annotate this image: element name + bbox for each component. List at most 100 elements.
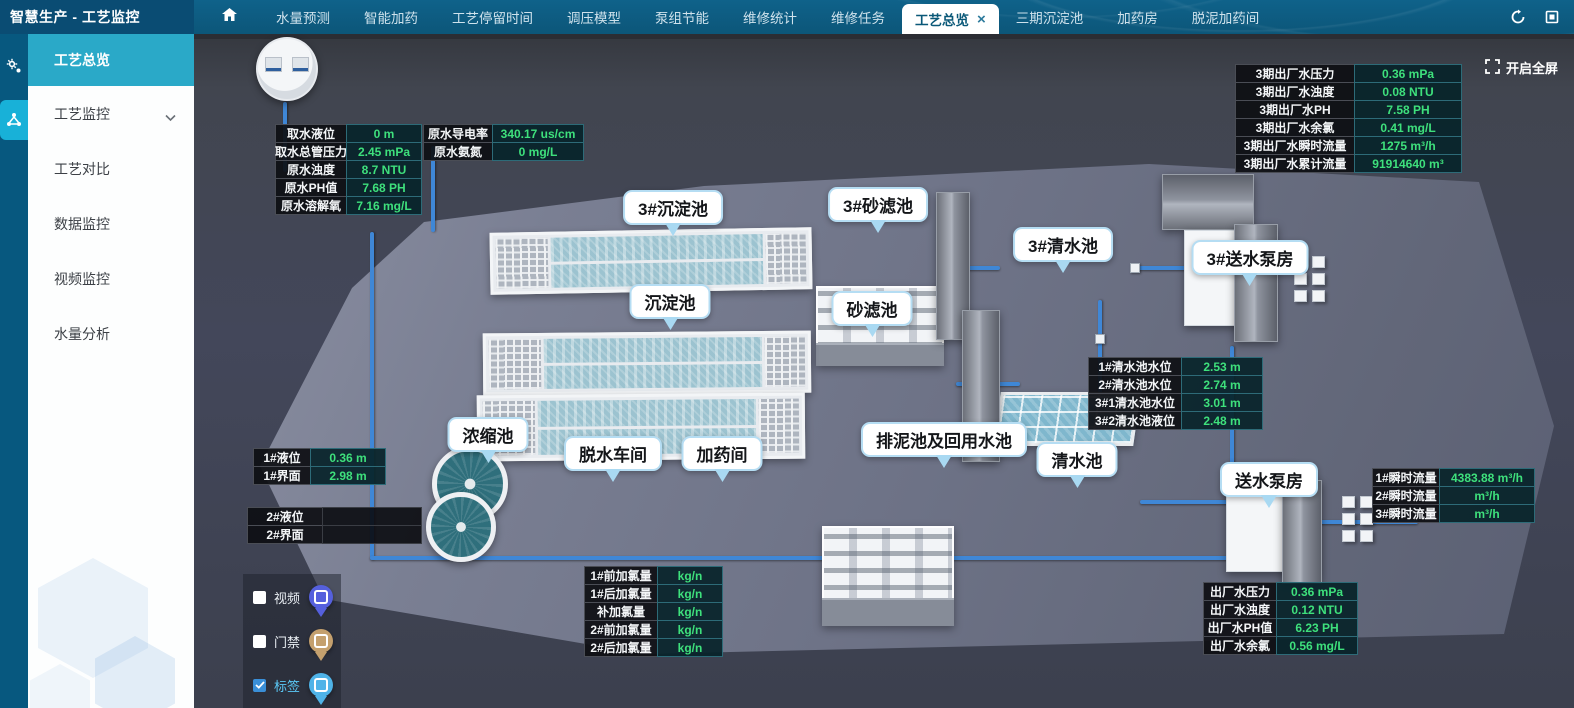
tab-home[interactable] bbox=[200, 0, 259, 34]
nav-tab[interactable]: 维修统计 × bbox=[726, 0, 814, 34]
panel-instant-flow: 1#瞬时流量 4383.88 m³/h 2#瞬时流量 m³/h 3#瞬时流量 m… bbox=[1372, 469, 1535, 523]
nav-tab[interactable]: 维修任务 × bbox=[814, 0, 902, 34]
sidebar-item[interactable]: 工艺监控 bbox=[28, 86, 194, 141]
sidebar-item-label: 视频监控 bbox=[54, 269, 110, 289]
nav-tabs: 水量预测 × 智能加药 × 工艺停留时间 × 调压模型 × bbox=[194, 0, 1276, 34]
sand-filter bbox=[822, 526, 954, 626]
panel-row: 2#前加氯量 kg/n bbox=[584, 620, 723, 639]
sidebar-item-label: 水量分析 bbox=[54, 324, 110, 344]
sidebar-item[interactable]: 视频监控 bbox=[28, 251, 194, 306]
panel-row: 3期出厂水PH 7.58 PH bbox=[1235, 100, 1462, 119]
layer-row: 标签 bbox=[253, 668, 333, 702]
callout-clearpool-3[interactable]: 3#清水池 bbox=[1013, 227, 1113, 262]
panel-row: 原水PH值 7.68 PH bbox=[275, 178, 422, 197]
nav-tab-label: 调压模型 bbox=[567, 7, 621, 27]
callout-dewatering[interactable]: 脱水车间 bbox=[564, 436, 662, 471]
panel-row: 出厂水PH值 6.23 PH bbox=[1203, 618, 1358, 637]
nav-tab[interactable]: 脱泥加药间 × bbox=[1175, 0, 1277, 34]
panel-row: 3#2清水池液位 2.48 m bbox=[1088, 411, 1263, 430]
sidebar-item[interactable]: 数据监控 bbox=[28, 196, 194, 251]
callout-thickener[interactable]: 浓缩池 bbox=[448, 417, 529, 452]
sidebar-item[interactable]: 工艺对比 bbox=[28, 141, 194, 196]
layer-checkbox[interactable] bbox=[253, 591, 266, 604]
sidebar-item-label: 数据监控 bbox=[54, 214, 110, 234]
panel-row: 3期出厂水累计流量 91914640 m³ bbox=[1235, 154, 1462, 173]
layer-row: 门禁 bbox=[253, 624, 333, 658]
panel-row: 1#前加氯量 kg/n bbox=[584, 566, 723, 585]
callout-dosing[interactable]: 加药间 bbox=[682, 436, 763, 471]
panel-thickener-1: 1#液位 0.36 m 1#界面 2.98 m bbox=[253, 449, 386, 485]
panel-row: 1#后加氯量 kg/n bbox=[584, 584, 723, 603]
refresh-icon[interactable] bbox=[1510, 9, 1526, 25]
callout-clearpool[interactable]: 清水池 bbox=[1037, 442, 1118, 477]
layer-row: 视频 bbox=[253, 580, 333, 614]
pump-units bbox=[1342, 496, 1373, 542]
plant-3d-viewport[interactable]: 3#沉淀池 3#砂滤池 3#清水池 3#送水泵房 沉淀池 砂滤池 浓缩池 脱水车… bbox=[194, 34, 1574, 708]
layer-label: 标签 bbox=[274, 676, 300, 695]
nav-tab-label: 脱泥加药间 bbox=[1192, 7, 1260, 27]
panel-row: 原水导电率 340.17 us/cm bbox=[423, 124, 584, 143]
nav-tab[interactable]: 工艺总览 × bbox=[902, 4, 999, 34]
pump-house-3-roof bbox=[1162, 174, 1254, 230]
nav-tab[interactable]: 水量预测 × bbox=[259, 0, 347, 34]
panel-row: 3期出厂水余氯 0.41 mg/L bbox=[1235, 118, 1462, 137]
panel-row: 原水浊度 8.7 NTU bbox=[275, 160, 422, 179]
panel-clearwater-levels: 1#清水池水位 2.53 m 2#清水池水位 2.74 m 3#1清水池水位 3… bbox=[1088, 358, 1263, 430]
nav-tab-label: 水量预测 bbox=[276, 7, 330, 27]
layer-checkbox[interactable] bbox=[253, 635, 266, 648]
nav-tab-label: 工艺停留时间 bbox=[452, 7, 533, 27]
left-icon-rail bbox=[0, 34, 28, 708]
layer-toggle-panel: 视频 门禁 标签 bbox=[243, 574, 341, 708]
layer-pin-icon bbox=[309, 585, 333, 609]
pipe-valve bbox=[1130, 263, 1140, 273]
production-icon[interactable] bbox=[0, 52, 28, 80]
sidebar-item-label: 工艺监控 bbox=[54, 104, 110, 124]
sidebar-item[interactable]: 工艺总览 bbox=[28, 34, 194, 86]
panel-row: 3#1清水池水位 3.01 m bbox=[1088, 393, 1263, 412]
chevron-down-icon bbox=[165, 109, 176, 125]
callout-sedimentation-3[interactable]: 3#沉淀池 bbox=[623, 190, 723, 225]
nav-tab-label: 维修任务 bbox=[831, 7, 885, 27]
fullscreen-label: 开启全屏 bbox=[1506, 58, 1558, 77]
layer-pin-icon bbox=[309, 629, 333, 653]
layout-frame-icon[interactable] bbox=[1544, 9, 1560, 25]
callout-sandfilter[interactable]: 砂滤池 bbox=[832, 291, 913, 326]
tab-close-icon[interactable]: × bbox=[977, 12, 986, 27]
layer-checkbox[interactable] bbox=[253, 679, 266, 692]
layer-label: 门禁 bbox=[274, 632, 300, 651]
panel-row: 2#后加氯量 kg/n bbox=[584, 638, 723, 657]
callout-pumphouse-3[interactable]: 3#送水泵房 bbox=[1192, 240, 1309, 275]
nav-tab[interactable]: 加药房 × bbox=[1100, 0, 1175, 34]
thickener-2 bbox=[426, 492, 496, 562]
callout-sandfilter-3[interactable]: 3#砂滤池 bbox=[828, 187, 928, 222]
nav-tab-label: 泵组节能 bbox=[655, 7, 709, 27]
nav-tab[interactable]: 三期沉淀池 × bbox=[999, 0, 1101, 34]
panel-row: 2#液位 bbox=[247, 507, 422, 526]
panel-row: 1#瞬时流量 4383.88 m³/h bbox=[1372, 468, 1535, 487]
callout-pumphouse[interactable]: 送水泵房 bbox=[1220, 462, 1318, 497]
sidebar-item[interactable]: 水量分析 bbox=[28, 306, 194, 361]
fullscreen-control[interactable]: 开启全屏 bbox=[1485, 58, 1558, 77]
sidebar-item-label: 工艺对比 bbox=[54, 159, 110, 179]
process-monitor-icon[interactable] bbox=[0, 100, 28, 140]
fullscreen-icon bbox=[1485, 59, 1500, 77]
panel-row: 取水总管压力 2.45 mPa bbox=[275, 142, 422, 161]
panel-row: 3期出厂水瞬时流量 1275 m³/h bbox=[1235, 136, 1462, 155]
panel-row: 2#瞬时流量 m³/h bbox=[1372, 486, 1535, 505]
nav-tab-label: 加药房 bbox=[1117, 7, 1158, 27]
sedimentation-tank-a bbox=[483, 331, 812, 396]
nav-tab-label: 智能加药 bbox=[364, 7, 418, 27]
panel-row: 出厂水浊度 0.12 NTU bbox=[1203, 600, 1358, 619]
nav-tab[interactable]: 调压模型 × bbox=[550, 0, 638, 34]
nav-tab-label: 维修统计 bbox=[743, 7, 797, 27]
callout-sludge-pool[interactable]: 排泥池及回用水池 bbox=[861, 422, 1027, 457]
nav-tab[interactable]: 泵组节能 × bbox=[638, 0, 726, 34]
panel-row: 出厂水压力 0.36 mPa bbox=[1203, 582, 1358, 601]
panel-intake: 取水液位 0 m 取水总管压力 2.45 mPa 原水浊度 8.7 NTU 原水… bbox=[275, 125, 422, 215]
top-navbar: 智慧生产 - 工艺监控 水量预测 × 智能加药 × 工艺停留时 bbox=[0, 0, 1574, 34]
panel-row: 3期出厂水压力 0.36 mPa bbox=[1235, 64, 1462, 83]
nav-tab[interactable]: 工艺停留时间 × bbox=[435, 0, 550, 34]
nav-tab[interactable]: 智能加药 × bbox=[347, 0, 435, 34]
app-window: 智慧生产 - 工艺监控 水量预测 × 智能加药 × 工艺停留时 bbox=[0, 0, 1574, 708]
callout-sedimentation[interactable]: 沉淀池 bbox=[630, 284, 711, 319]
